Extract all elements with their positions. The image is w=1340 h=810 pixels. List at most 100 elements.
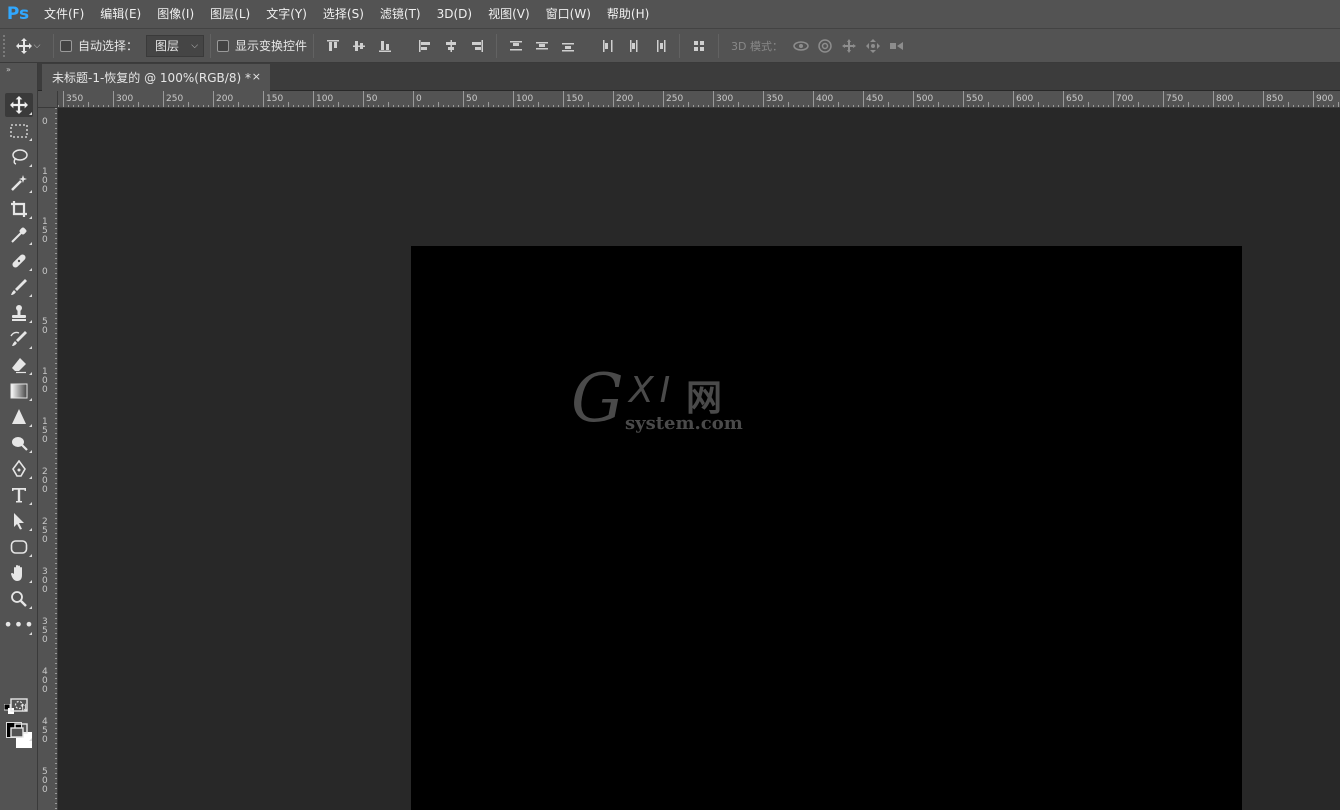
pen-icon (12, 460, 26, 477)
ruler-label: 200 (216, 94, 233, 104)
menu-item[interactable]: 图层(L) (202, 0, 258, 28)
ruler-label: 100 (516, 94, 533, 104)
align-bottom-button[interactable] (374, 35, 396, 57)
distribute-right-button[interactable] (649, 35, 671, 57)
dodge-tool[interactable] (5, 431, 33, 455)
edit-toolbar-button[interactable]: ••• (3, 613, 34, 637)
photoshop-logo: Ps (6, 4, 30, 24)
type-tool[interactable] (5, 483, 33, 507)
eraser-tool[interactable] (5, 353, 33, 377)
menu-item[interactable]: 编辑(E) (92, 0, 149, 28)
align-group (320, 35, 490, 57)
vertical-ruler[interactable]: 0100150050100150200250300350400450500 (38, 108, 58, 810)
distribute-left-button[interactable] (597, 35, 619, 57)
path-selection-tool[interactable] (5, 509, 33, 533)
show-transform-checkbox[interactable] (217, 39, 230, 52)
ruler-label: 150 (566, 94, 583, 104)
show-transform-label: 显示变换控件 (235, 39, 308, 53)
3d-scale-button[interactable] (885, 35, 909, 57)
type-icon (12, 488, 26, 503)
align-vcenter-icon (353, 40, 366, 51)
align-left-icon (419, 39, 431, 52)
shape-tool[interactable] (5, 535, 33, 559)
move-icon (10, 96, 28, 114)
marquee-tool[interactable] (5, 119, 33, 143)
align-hcenter-button[interactable] (440, 35, 462, 57)
auto-select-checkbox[interactable] (60, 39, 72, 52)
panel-collapse-icon[interactable]: » (0, 63, 37, 89)
quick-mask-button[interactable] (5, 693, 33, 717)
divider (679, 33, 681, 58)
distribute-left-icon (603, 39, 613, 52)
watermark-logo: G XI 网 system.com (571, 360, 743, 444)
ruler-label: 0 (42, 585, 48, 595)
brush-icon (11, 279, 27, 295)
3d-pan-button[interactable] (837, 35, 861, 57)
pen-tool[interactable] (5, 457, 33, 481)
tools-panel: » ••• ⇅ (0, 63, 38, 810)
clone-stamp-tool[interactable] (5, 301, 33, 325)
move-tool[interactable] (5, 93, 33, 117)
document-tab[interactable]: 未标题-1-恢复的 @ 100%(RGB/8) * × (42, 64, 270, 91)
3d-rotate-button[interactable] (789, 35, 813, 57)
menu-item[interactable]: 选择(S) (315, 0, 372, 28)
menu-item[interactable]: 滤镜(T) (372, 0, 429, 28)
ruler-label: 800 (1216, 94, 1233, 104)
align-left-button[interactable] (414, 35, 436, 57)
magic-wand-tool[interactable] (5, 171, 33, 195)
stamp-icon (12, 305, 26, 321)
ruler-label: 0 (42, 435, 48, 445)
distribute-bottom-button[interactable] (557, 35, 579, 57)
document-canvas[interactable]: G XI 网 system.com (411, 246, 1242, 810)
distribute-top-button[interactable] (505, 35, 527, 57)
ruler-label: 0 (42, 735, 48, 745)
lasso-icon (12, 149, 28, 165)
hand-tool[interactable] (5, 561, 33, 585)
menu-item[interactable]: 文件(F) (36, 0, 92, 28)
menu-item[interactable]: 视图(V) (480, 0, 538, 28)
ruler-label: 750 (1166, 94, 1183, 104)
screen-mode-button[interactable] (5, 719, 33, 743)
divider (53, 33, 54, 58)
3d-roll-button[interactable] (813, 35, 837, 57)
close-icon[interactable]: × (252, 70, 261, 83)
gradient-tool[interactable] (5, 379, 33, 403)
distribute-bottom-icon (562, 42, 575, 51)
menu-item[interactable]: 文字(Y) (258, 0, 315, 28)
menu-item[interactable]: 窗口(W) (538, 0, 599, 28)
align-right-icon (472, 39, 484, 52)
horizontal-ruler[interactable]: 350 300 250 200 150 100 50 0 50 100 150 200 250 300 35… (58, 91, 1340, 108)
3d-slide-button[interactable] (861, 35, 885, 57)
watermark-xi: XI (629, 370, 677, 411)
distribute-hcenter-button[interactable] (623, 35, 645, 57)
zoom-tool[interactable] (5, 587, 33, 611)
menu-item[interactable]: 3D(D) (429, 0, 480, 28)
blur-tool[interactable] (5, 405, 33, 429)
watermark-g: G (571, 360, 624, 437)
menu-item[interactable]: 图像(I) (149, 0, 202, 28)
pasteboard[interactable]: G XI 网 system.com (58, 108, 1340, 810)
align-vcenter-button[interactable] (348, 35, 370, 57)
eyedropper-tool[interactable] (5, 223, 33, 247)
crop-tool[interactable] (5, 197, 33, 221)
lasso-tool[interactable] (5, 145, 33, 169)
history-brush-tool[interactable] (5, 327, 33, 351)
move-tool-preset-picker[interactable]: ⌵ (9, 32, 47, 60)
align-bottom-icon (379, 40, 392, 52)
healing-brush-tool[interactable] (5, 249, 33, 273)
align-top-button[interactable] (322, 35, 344, 57)
distribute-top-icon (510, 40, 523, 50)
auto-select-target-dropdown[interactable]: 图层 ⌵ (146, 34, 205, 57)
gradient-icon (10, 383, 28, 399)
brush-tool[interactable] (5, 275, 33, 299)
crop-icon (11, 201, 27, 217)
auto-align-icon (694, 40, 705, 51)
auto-align-button[interactable] (688, 35, 710, 57)
ruler-origin[interactable] (38, 91, 58, 108)
menu-item[interactable]: 帮助(H) (599, 0, 657, 28)
dodge-icon (12, 437, 28, 451)
ruler-label: 150 (266, 94, 283, 104)
distribute-vcenter-button[interactable] (531, 35, 553, 57)
align-right-button[interactable] (466, 35, 488, 57)
3d-roll-icon (818, 38, 832, 53)
